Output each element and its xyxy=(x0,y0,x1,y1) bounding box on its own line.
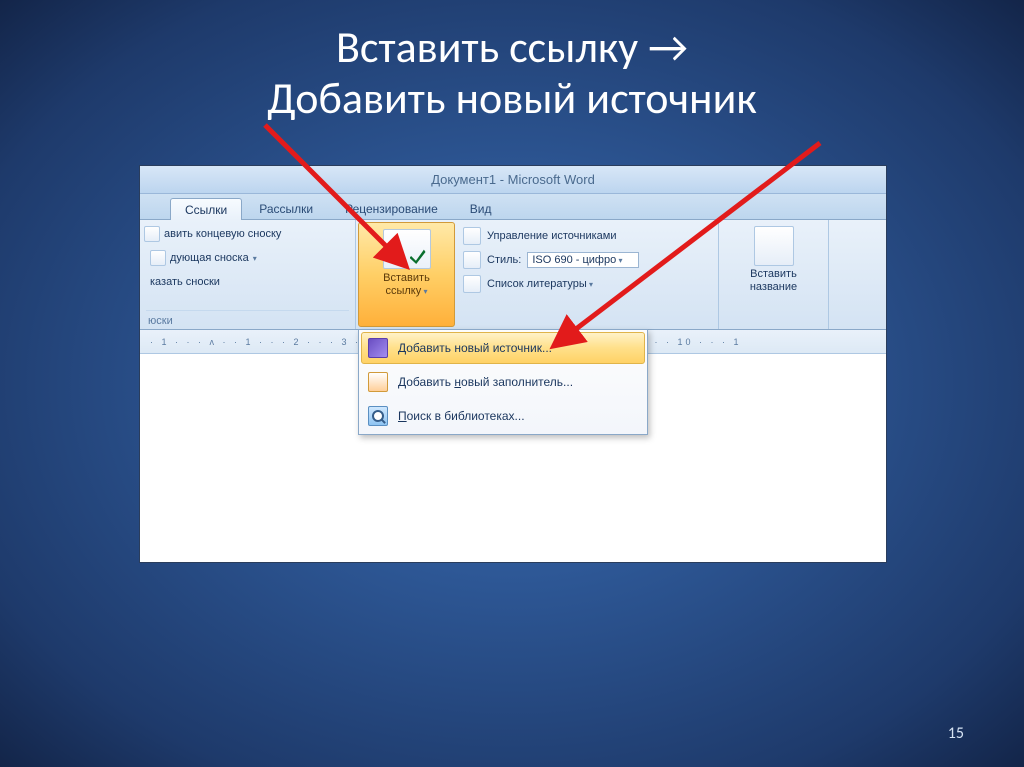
book-icon xyxy=(368,338,388,358)
slide-page-number: 15 xyxy=(948,724,964,743)
word-screenshot: Документ1 - Microsoft Word Ссылки Рассыл… xyxy=(139,165,887,563)
slide-title: Вставить ссылку → Добавить новый источни… xyxy=(0,0,1024,123)
insert-caption-button[interactable]: Вставить название xyxy=(750,268,797,294)
menu-add-new-placeholder[interactable]: Добавить новый заполнитель... xyxy=(361,366,645,398)
group-citations: Управление источниками Стиль: ISO 690 - … xyxy=(457,220,719,329)
bibliography-button[interactable]: Список литературы xyxy=(487,278,593,290)
window-title: Документ1 - Microsoft Word xyxy=(431,172,595,187)
title-line1: Вставить ссылку → xyxy=(336,20,688,74)
menu-search-label: Поиск в библиотеках... xyxy=(398,409,525,423)
tab-review[interactable]: Рецензирование xyxy=(330,197,453,219)
show-notes-label: казать сноски xyxy=(150,276,220,288)
endnote-icon xyxy=(144,226,160,242)
insert-citation-menu: Добавить новый источник... Добавить новы… xyxy=(358,329,648,435)
next-footnote-button[interactable]: дующая сноска xyxy=(146,248,261,268)
ribbon: авить концевую сноску дующая сноска каза… xyxy=(140,220,886,330)
ribbon-tabs: Ссылки Рассылки Рецензирование Вид xyxy=(140,194,886,220)
search-icon xyxy=(368,406,388,426)
insert-citation-icon xyxy=(383,229,431,269)
menu-add-new-source[interactable]: Добавить новый источник... xyxy=(361,332,645,364)
style-icon xyxy=(463,251,481,269)
title-line2: Добавить новый источник xyxy=(267,71,757,125)
group-footnotes: авить концевую сноску дующая сноска каза… xyxy=(140,220,356,329)
next-footnote-label: дующая сноска xyxy=(170,252,249,264)
placeholder-icon xyxy=(368,372,388,392)
insert-caption-icon xyxy=(754,226,794,266)
tab-view[interactable]: Вид xyxy=(455,197,507,219)
insert-citation-label: Вставить ссылку xyxy=(383,269,430,298)
insert-endnote-label: авить концевую сноску xyxy=(164,228,281,240)
show-notes-button[interactable]: казать сноски xyxy=(146,274,224,290)
manage-sources-button[interactable]: Управление источниками xyxy=(487,230,616,242)
menu-add-source-label: Добавить новый источник... xyxy=(398,341,552,355)
style-label: Стиль: xyxy=(487,254,521,266)
next-footnote-icon xyxy=(150,250,166,266)
window-titlebar: Документ1 - Microsoft Word xyxy=(140,166,886,194)
manage-sources-icon xyxy=(463,227,481,245)
menu-add-placeholder-label: Добавить новый заполнитель... xyxy=(398,375,573,389)
tab-links[interactable]: Ссылки xyxy=(170,198,242,220)
group-captions: Вставить название xyxy=(719,220,829,329)
insert-citation-button[interactable]: Вставить ссылку xyxy=(358,222,455,327)
style-select[interactable]: ISO 690 - цифро xyxy=(527,252,639,268)
menu-search-libraries[interactable]: Поиск в библиотеках... xyxy=(361,400,645,432)
tab-mailings[interactable]: Рассылки xyxy=(244,197,328,219)
footnotes-group-label: юски xyxy=(146,310,349,327)
insert-endnote-button[interactable]: авить концевую сноску xyxy=(140,224,285,244)
bibliography-icon xyxy=(463,275,481,293)
